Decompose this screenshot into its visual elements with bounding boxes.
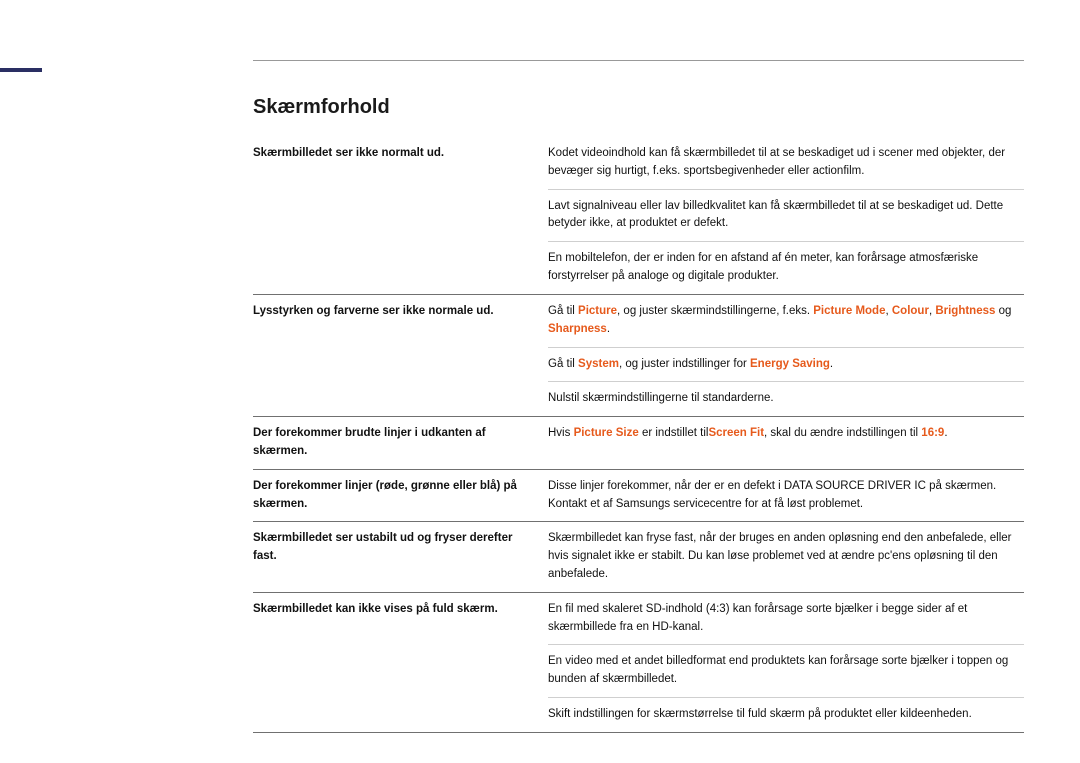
section-heading: Skærmforhold bbox=[253, 96, 1024, 119]
page: Skærmforhold Skærmbilledet ser ikke norm… bbox=[0, 0, 1080, 763]
highlight-term: Picture Mode bbox=[813, 305, 885, 317]
highlight-term: Brightness bbox=[935, 305, 995, 317]
row-problem-label: Lysstyrken og farverne ser ikke normale … bbox=[253, 294, 548, 347]
row-problem-label bbox=[253, 382, 548, 417]
row-problem-label bbox=[253, 347, 548, 382]
table-row: Der forekommer brudte linjer i udkanten … bbox=[253, 417, 1024, 470]
highlight-term: 16:9 bbox=[921, 427, 944, 439]
table-row: Gå til System, og juster indstillinger f… bbox=[253, 347, 1024, 382]
row-solution-text: En mobiltelefon, der er inden for en afs… bbox=[548, 242, 1024, 295]
side-accent-rule bbox=[0, 68, 42, 72]
row-solution-text: Lavt signalniveau eller lav billedkvalit… bbox=[548, 189, 1024, 242]
table-row: Skærmbilledet ser ikke normalt ud.Kodet … bbox=[253, 137, 1024, 189]
row-problem-label: Der forekommer brudte linjer i udkanten … bbox=[253, 417, 548, 470]
table-row: Skift indstillingen for skærmstørrelse t… bbox=[253, 698, 1024, 733]
content-area: Skærmforhold Skærmbilledet ser ikke norm… bbox=[253, 96, 1024, 733]
row-solution-text: Disse linjer forekommer, når der er en d… bbox=[548, 469, 1024, 522]
row-solution-text: En fil med skaleret SD-indhold (4:3) kan… bbox=[548, 592, 1024, 645]
highlight-term: System bbox=[578, 358, 619, 370]
table-row: Der forekommer linjer (røde, grønne elle… bbox=[253, 469, 1024, 522]
table-row: Skærmbilledet ser ustabilt ud og fryser … bbox=[253, 522, 1024, 592]
table-row: Skærmbilledet kan ikke vises på fuld skæ… bbox=[253, 592, 1024, 645]
row-problem-label: Der forekommer linjer (røde, grønne elle… bbox=[253, 469, 548, 522]
table-row: Nulstil skærmindstillingerne til standar… bbox=[253, 382, 1024, 417]
row-problem-label bbox=[253, 189, 548, 242]
row-problem-label bbox=[253, 645, 548, 698]
row-problem-label: Skærmbilledet ser ustabilt ud og fryser … bbox=[253, 522, 548, 592]
row-problem-label: Skærmbilledet ser ikke normalt ud. bbox=[253, 137, 548, 189]
row-problem-label bbox=[253, 698, 548, 733]
top-divider bbox=[253, 60, 1024, 61]
row-solution-text: Nulstil skærmindstillingerne til standar… bbox=[548, 382, 1024, 417]
table-row: En mobiltelefon, der er inden for en afs… bbox=[253, 242, 1024, 295]
table-row: Lysstyrken og farverne ser ikke normale … bbox=[253, 294, 1024, 347]
row-solution-text: Gå til System, og juster indstillinger f… bbox=[548, 347, 1024, 382]
row-problem-label bbox=[253, 242, 548, 295]
highlight-term: Picture Size bbox=[574, 427, 639, 439]
highlight-term: Sharpness bbox=[548, 323, 607, 335]
highlight-term: Colour bbox=[892, 305, 929, 317]
row-solution-text: Kodet videoindhold kan få skærmbilledet … bbox=[548, 137, 1024, 189]
troubleshoot-table: Skærmbilledet ser ikke normalt ud.Kodet … bbox=[253, 137, 1024, 733]
row-solution-text: En video med et andet billedformat end p… bbox=[548, 645, 1024, 698]
highlight-term: Picture bbox=[578, 305, 617, 317]
table-row: Lavt signalniveau eller lav billedkvalit… bbox=[253, 189, 1024, 242]
highlight-term: Energy Saving bbox=[750, 358, 830, 370]
table-row: En video med et andet billedformat end p… bbox=[253, 645, 1024, 698]
highlight-term: Screen Fit bbox=[708, 427, 764, 439]
row-solution-text: Hvis Picture Size er indstillet tilScree… bbox=[548, 417, 1024, 470]
row-solution-text: Gå til Picture, og juster skærmindstilli… bbox=[548, 294, 1024, 347]
row-solution-text: Skærmbilledet kan fryse fast, når der br… bbox=[548, 522, 1024, 592]
row-problem-label: Skærmbilledet kan ikke vises på fuld skæ… bbox=[253, 592, 548, 645]
row-solution-text: Skift indstillingen for skærmstørrelse t… bbox=[548, 698, 1024, 733]
